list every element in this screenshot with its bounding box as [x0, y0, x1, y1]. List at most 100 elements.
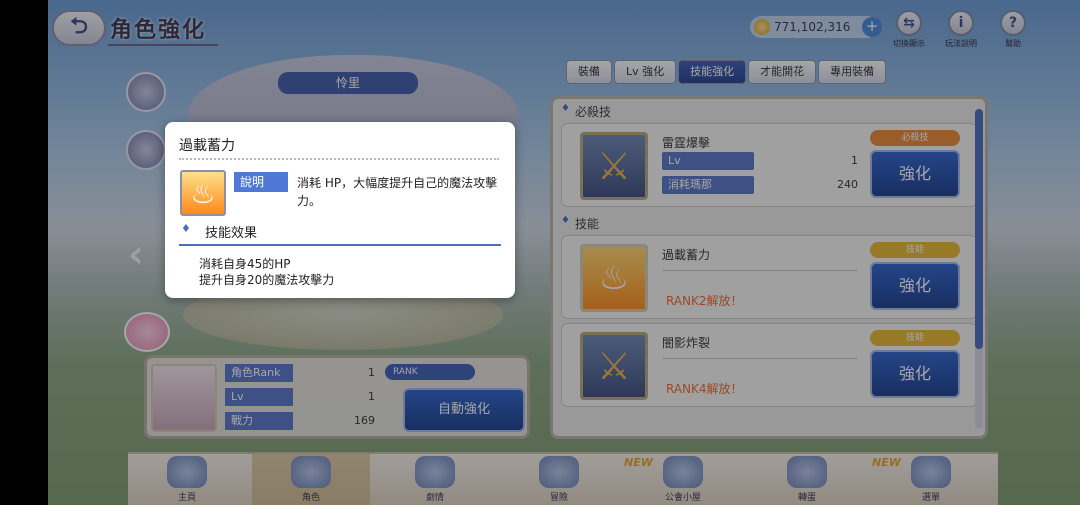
popup-divider	[179, 158, 499, 160]
help-button[interactable]: ? 幫助	[990, 10, 1036, 49]
effect-item: 提升自身20的魔法攻擊力	[199, 273, 335, 287]
nav-character[interactable]: 角色	[252, 454, 370, 505]
tab-exclusive-equipment[interactable]: 專用裝備	[818, 60, 887, 84]
enhance-button[interactable]: 強化	[870, 150, 960, 198]
nav-story[interactable]: 劇情	[376, 454, 494, 505]
add-currency-button[interactable]: +	[862, 17, 882, 37]
effect-item: 消耗自身45的HP	[199, 257, 291, 271]
currency-amount: 771,102,316	[774, 20, 851, 34]
description-tag: 說明	[234, 172, 288, 192]
skill-detail-popup[interactable]: 過載蓄力 ♨ 說明 消耗 HP，大幅度提升自己的魔法攻擊力。 技能效果 消耗自身…	[165, 122, 515, 298]
back-button[interactable]: ⮌	[52, 10, 106, 46]
new-tag: NEW	[872, 456, 901, 469]
power-row: 戰力 169	[225, 412, 375, 430]
guild-house-icon	[663, 456, 703, 488]
character-portrait[interactable]	[151, 364, 217, 432]
skill-section-header: 技能	[553, 211, 985, 231]
scrollbar-thumb[interactable]	[975, 109, 983, 349]
power-charge-icon[interactable]: ♨	[580, 244, 648, 312]
heart-icon[interactable]	[124, 312, 170, 352]
skill-rank-note: RANK4解放！	[666, 382, 743, 396]
page-title: 角色強化	[110, 18, 207, 43]
side-badge-top[interactable]	[126, 72, 166, 112]
how-to-play-label: 玩法說明	[945, 39, 977, 48]
nav-adventure[interactable]: 冒險	[500, 454, 618, 505]
skill-cost-value: 240	[837, 178, 858, 191]
auto-enhance-button[interactable]: 自動強化	[403, 388, 525, 432]
gacha-icon	[787, 456, 827, 488]
skill-description: 消耗 HP，大幅度提升自己的魔法攻擊力。	[297, 176, 498, 208]
skill-name: 闇影炸裂	[662, 336, 711, 350]
tab-equipment[interactable]: 裝備	[566, 60, 612, 84]
nav-label: 冒險	[549, 493, 568, 503]
help-label: 幫助	[1005, 39, 1021, 48]
title-underline	[108, 44, 218, 46]
tab-bar: 裝備 Lv 強化 技能強化 才能開花 專用裝備	[566, 60, 887, 84]
sword-icon[interactable]: ⚔	[580, 332, 648, 400]
bottom-nav: 主頁 角色 劇情 冒險 NEW 公會小屋 轉蛋 NEW 選單	[128, 452, 998, 505]
power-label: 戰力	[225, 412, 293, 430]
skill-cost-row: 消耗瑪那 240	[662, 176, 858, 194]
effect-section-header: 技能效果	[181, 222, 257, 241]
currency-display: 771,102,316 +	[750, 16, 882, 38]
story-icon	[415, 456, 455, 488]
enhance-button[interactable]: 強化	[870, 262, 960, 310]
how-to-play-button[interactable]: i 玩法說明	[938, 10, 984, 49]
skill-divider	[662, 270, 858, 271]
sword-icon	[539, 456, 579, 488]
skill-card-ult: ⚔ 雷霆爆擊 Lv 1 消耗瑪那 240 必殺技 強化	[561, 123, 977, 207]
skill-card-2: ⚔ 闇影炸裂 RANK4解放！ 技能 強化	[561, 323, 977, 407]
skill-lv-value: 1	[851, 154, 858, 167]
skill-type-badge: 必殺技	[870, 130, 960, 146]
skill-list-scrollbar[interactable]	[975, 109, 983, 429]
ult-section-header: 必殺技	[553, 99, 985, 119]
nav-label: 劇情	[425, 493, 444, 503]
skill-type-badge: 技能	[870, 330, 960, 346]
nav-guild-house[interactable]: NEW 公會小屋	[624, 454, 742, 505]
tab-talent[interactable]: 才能開花	[748, 60, 817, 84]
character-icon	[291, 456, 331, 488]
nav-label: 選單	[921, 493, 940, 503]
rank-value: 1	[368, 366, 375, 379]
rank-row: 角色Rank 1	[225, 364, 375, 382]
menu-icon	[911, 456, 951, 488]
new-tag: NEW	[624, 456, 653, 469]
tab-skill-up[interactable]: 技能強化	[678, 60, 747, 84]
home-icon	[167, 456, 207, 488]
effect-section-line	[179, 244, 501, 246]
jewel-icon	[754, 19, 770, 35]
nav-label: 公會小屋	[664, 493, 701, 503]
rank-pill[interactable]: RANK	[385, 364, 475, 380]
enhance-button[interactable]: 強化	[870, 350, 960, 398]
toggle-display-button[interactable]: ⇆ 切換顯示	[886, 10, 932, 49]
skill-panel: 必殺技 ⚔ 雷霆爆擊 Lv 1 消耗瑪那 240 必殺技 強化 技能 ♨ 過載蓄…	[550, 96, 988, 439]
sword-icon[interactable]: ⚔	[580, 132, 648, 200]
power-charge-icon: ♨	[180, 170, 226, 216]
character-status-panel: 角色Rank 1 Lv 1 戰力 169 RANK 自動強化	[144, 355, 530, 439]
lv-value: 1	[368, 390, 375, 403]
prev-character-arrow[interactable]: ‹	[128, 232, 144, 276]
lv-label: Lv	[225, 388, 293, 406]
nav-home[interactable]: 主頁	[128, 454, 246, 505]
skill-name: 過載蓄力	[662, 248, 711, 262]
rank-label: 角色Rank	[225, 364, 293, 382]
power-value: 169	[354, 414, 375, 427]
swap-icon: ⇆	[896, 10, 922, 36]
skill-lv-label: Lv	[662, 152, 754, 170]
nav-menu[interactable]: NEW 選單	[872, 454, 990, 505]
skill-card-1: ♨ 過載蓄力 RANK2解放！ 技能 強化	[561, 235, 977, 319]
help-icon: ?	[1000, 10, 1026, 36]
skill-divider	[662, 358, 858, 359]
tab-level-up[interactable]: Lv 強化	[614, 60, 677, 84]
skill-type-badge: 技能	[870, 242, 960, 258]
nav-label: 轉蛋	[797, 493, 816, 503]
side-badge-bottom[interactable]	[126, 130, 166, 170]
skill-cost-label: 消耗瑪那	[662, 176, 754, 194]
skill-lv-row: Lv 1	[662, 152, 858, 170]
popup-title: 過載蓄力	[179, 138, 235, 154]
character-name-banner: 怜里	[278, 72, 418, 94]
lv-row: Lv 1	[225, 388, 375, 406]
effect-list: 消耗自身45的HP 提升自身20的魔法攻擊力	[199, 256, 334, 288]
nav-label: 角色	[301, 493, 320, 503]
nav-gacha[interactable]: 轉蛋	[748, 454, 866, 505]
